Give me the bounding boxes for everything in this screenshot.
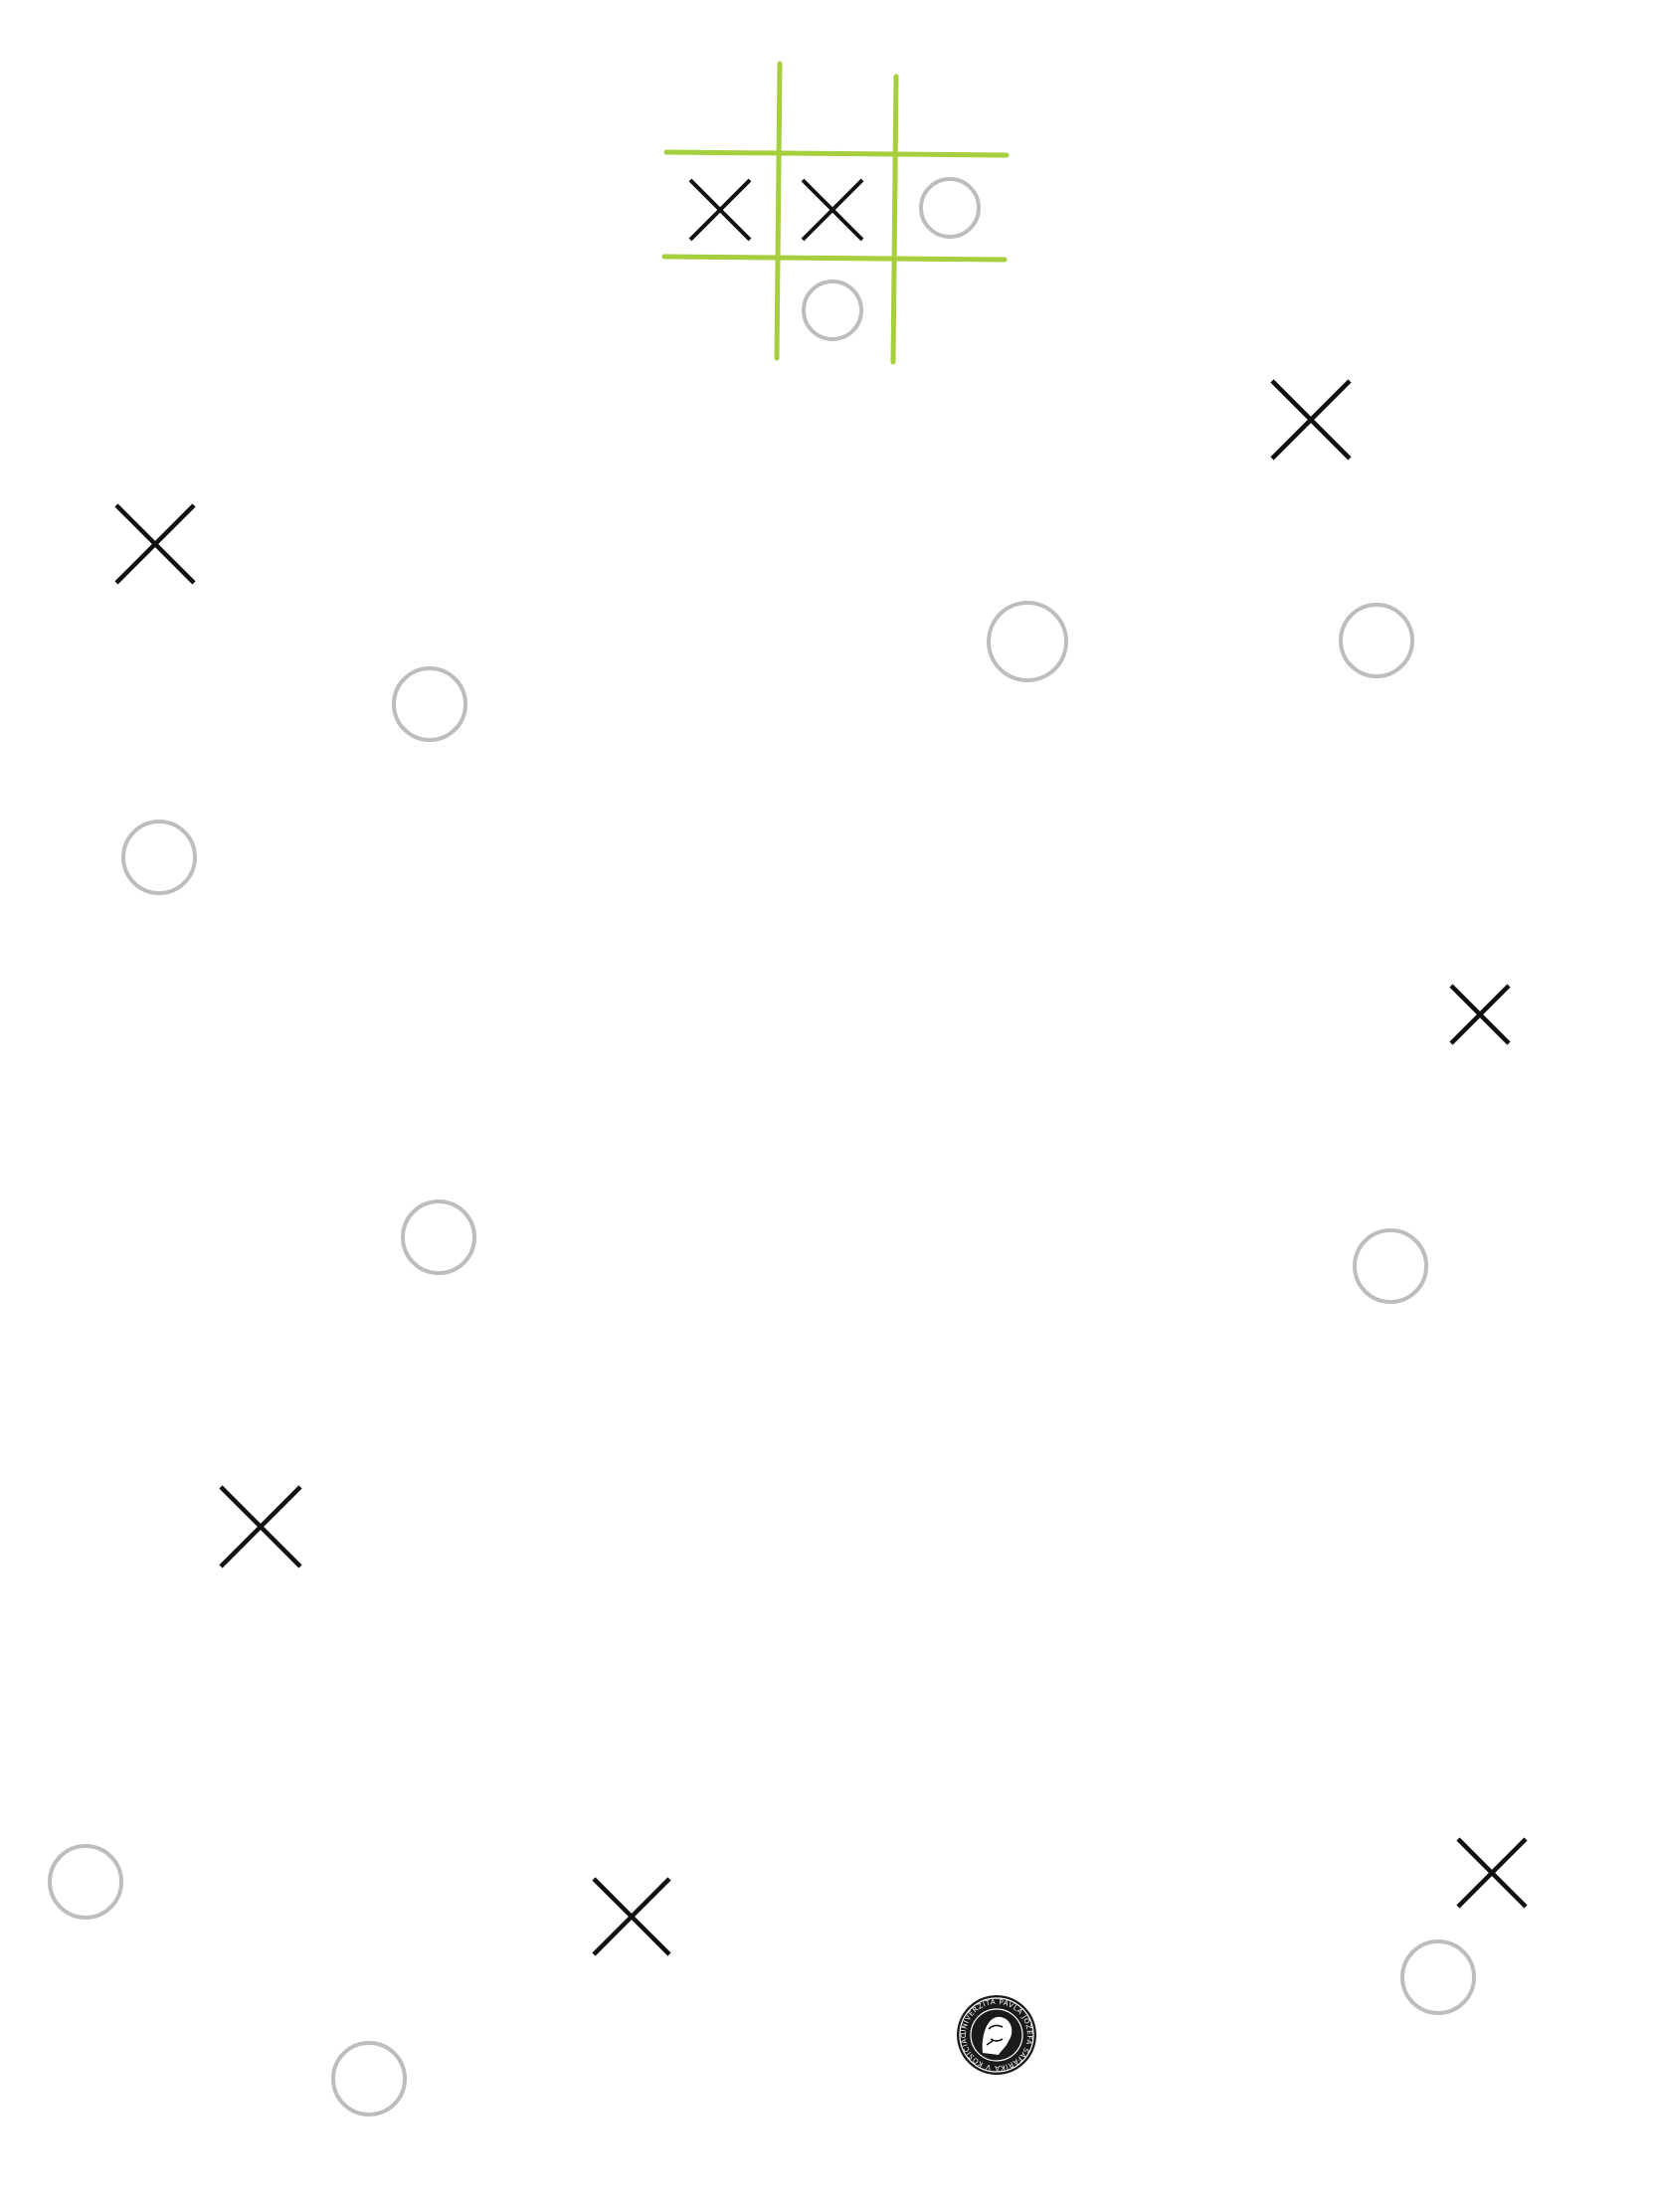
game-canvas: UNIVERZITA PAVLA JOZEFA ŠAFÁRIKA V KOŠIC… — [0, 0, 1659, 2212]
board-cell-r0-c2[interactable] — [898, 162, 1002, 258]
board-cell-hit-area[interactable] — [668, 265, 772, 360]
scattered-o-mark — [987, 601, 1068, 682]
scattered-o-mark — [1400, 1939, 1476, 2015]
scattered-o-mark — [48, 1844, 123, 1920]
grid-line-vertical-right — [890, 74, 899, 365]
scattered-o-mark — [401, 1199, 476, 1275]
scattered-o-mark — [1353, 1228, 1428, 1304]
tic-tac-toe-board[interactable] — [668, 162, 1002, 461]
board-cell-r0-c0[interactable] — [668, 162, 772, 258]
scattered-x-mark — [1270, 379, 1352, 461]
board-cell-hit-area[interactable] — [898, 265, 1002, 360]
scattered-o-mark — [331, 2041, 407, 2117]
scattered-marks — [48, 379, 1528, 2117]
board-cell-hit-area[interactable] — [898, 365, 1002, 461]
scattered-x-mark — [114, 503, 196, 585]
scattered-x-mark — [1449, 984, 1511, 1045]
grid-line-vertical-left — [774, 61, 783, 361]
board-cell-r2-c2[interactable] — [898, 365, 1002, 461]
board-cell-hit-area[interactable] — [781, 265, 884, 360]
board-cell-r1-c1[interactable] — [781, 265, 884, 360]
board-cell-r0-c1[interactable] — [781, 162, 884, 258]
scattered-o-mark — [121, 820, 197, 895]
board-cell-hit-area[interactable] — [781, 365, 884, 461]
grid-line-horizontal-top — [663, 149, 1010, 158]
board-cell-hit-area[interactable] — [668, 365, 772, 461]
scattered-o-mark — [392, 666, 467, 742]
board-cell-hit-area[interactable] — [898, 162, 1002, 258]
board-cell-r2-c1[interactable] — [781, 365, 884, 461]
game-scene: UNIVERZITA PAVLA JOZEFA ŠAFÁRIKA V KOŠIC… — [0, 0, 1528, 2117]
scattered-x-mark — [219, 1485, 302, 1568]
board-cell-r2-c0[interactable] — [668, 365, 772, 461]
board-cell-r1-c0[interactable] — [668, 265, 772, 360]
scattered-o-mark — [1339, 603, 1414, 678]
scattered-x-mark — [1456, 1837, 1528, 1909]
board-cell-r1-c2[interactable] — [898, 265, 1002, 360]
scattered-x-mark — [592, 1877, 671, 1956]
